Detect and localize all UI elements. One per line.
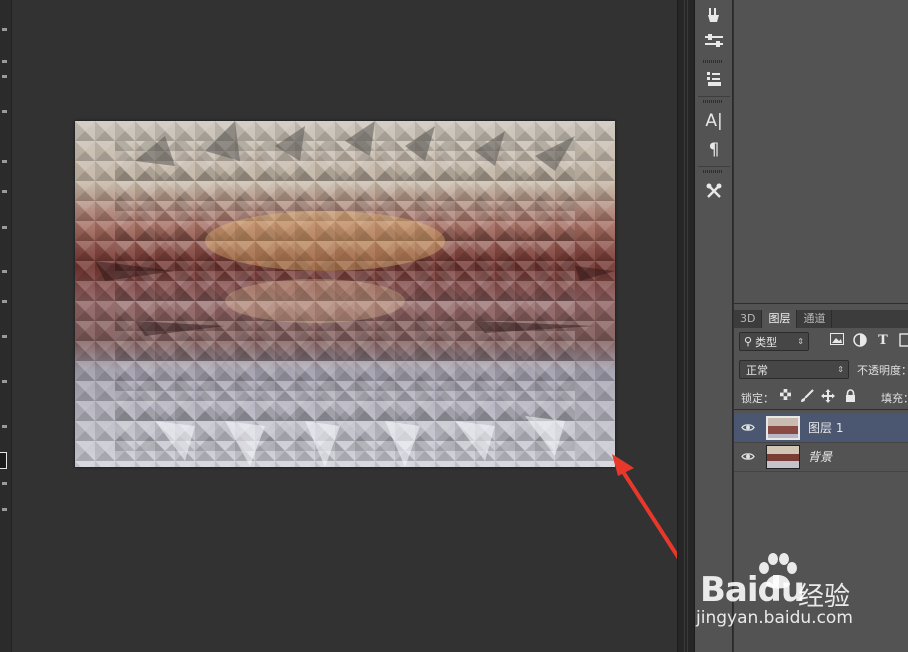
- paragraph-icon[interactable]: ¶: [699, 137, 729, 163]
- fill-label: 填充：: [881, 392, 908, 405]
- lock-label: 锁定：: [741, 392, 774, 405]
- dock-grip[interactable]: [703, 60, 723, 63]
- tool-tick[interactable]: [2, 60, 7, 63]
- tool-tick[interactable]: [2, 482, 7, 485]
- upper-panel-area: [734, 0, 908, 304]
- layer-filter-kind-select[interactable]: ⚲ 类型 ⇕: [739, 332, 809, 351]
- divider-grip[interactable]: [684, 0, 688, 652]
- foreground-color-swatch[interactable]: [0, 452, 7, 469]
- watermark-url: jingyan.baidu.com: [696, 608, 853, 628]
- document-canvas[interactable]: [75, 121, 615, 467]
- dock-separator: [698, 166, 730, 167]
- opacity-label: 不透明度：: [857, 364, 908, 377]
- layer-row-background[interactable]: 背景: [734, 442, 908, 472]
- lock-position-icon[interactable]: [821, 389, 835, 404]
- panel-divider-line: [734, 409, 908, 410]
- tools-icon[interactable]: [699, 2, 729, 28]
- panel-tabs: 3D 图层 通道: [734, 310, 908, 328]
- filter-kind-label: 类型: [755, 335, 778, 349]
- tool-tick[interactable]: [2, 270, 7, 273]
- watermark-logo-text: Baidu: [700, 570, 805, 610]
- tool-tick[interactable]: [2, 425, 7, 428]
- image-filter-icon[interactable]: [829, 333, 845, 349]
- shape-filter-icon[interactable]: [897, 333, 908, 349]
- tool-presets-icon[interactable]: [699, 178, 729, 204]
- tool-tick[interactable]: [2, 75, 7, 78]
- layer-thumbnail: [766, 444, 800, 469]
- clone-source-icon[interactable]: [699, 66, 729, 92]
- type-filter-icon[interactable]: T: [875, 333, 891, 349]
- search-icon: ⚲: [744, 335, 753, 348]
- tool-tick[interactable]: [2, 190, 7, 193]
- tool-tick[interactable]: [2, 335, 7, 338]
- layer-name[interactable]: 背景: [808, 448, 832, 465]
- canvas-workspace[interactable]: [12, 0, 677, 652]
- tool-tick[interactable]: [2, 28, 7, 31]
- dock-grip[interactable]: [703, 100, 723, 103]
- adjustment-filter-icon[interactable]: [852, 333, 868, 349]
- extrude-effect-image: [75, 121, 615, 467]
- lock-pixels-icon[interactable]: [800, 389, 814, 404]
- tool-tick[interactable]: [2, 226, 7, 229]
- tool-tick[interactable]: [2, 380, 7, 383]
- brush-settings-icon[interactable]: [699, 28, 729, 54]
- tab-3d[interactable]: 3D: [734, 310, 763, 328]
- blend-mode-select[interactable]: 正常 ⇕: [739, 360, 849, 379]
- dock-separator: [698, 96, 730, 97]
- tool-tick[interactable]: [2, 160, 7, 163]
- tool-tick[interactable]: [2, 110, 7, 113]
- blend-mode-value: 正常: [746, 363, 768, 377]
- tools-strip[interactable]: [0, 0, 12, 652]
- tab-layers[interactable]: 图层: [762, 310, 798, 328]
- character-icon[interactable]: A|: [699, 108, 729, 134]
- tool-tick[interactable]: [2, 300, 7, 303]
- layer-thumbnail: [766, 415, 800, 440]
- select-arrows-icon: ⇕: [837, 365, 844, 374]
- tool-tick[interactable]: [2, 508, 7, 511]
- lock-all-icon[interactable]: [843, 389, 857, 404]
- baidu-watermark: Baidu 经验 jingyan.baidu.com: [692, 550, 908, 652]
- visibility-eye-icon[interactable]: [734, 450, 762, 464]
- lock-transparent-icon[interactable]: [778, 389, 792, 404]
- select-arrows-icon: ⇕: [797, 337, 804, 346]
- tab-channels[interactable]: 通道: [797, 310, 833, 328]
- dock-grip[interactable]: [703, 170, 723, 173]
- visibility-eye-icon[interactable]: [734, 421, 762, 435]
- layer-name[interactable]: 图层 1: [808, 419, 843, 436]
- layer-row-layer1[interactable]: 图层 1: [734, 413, 908, 443]
